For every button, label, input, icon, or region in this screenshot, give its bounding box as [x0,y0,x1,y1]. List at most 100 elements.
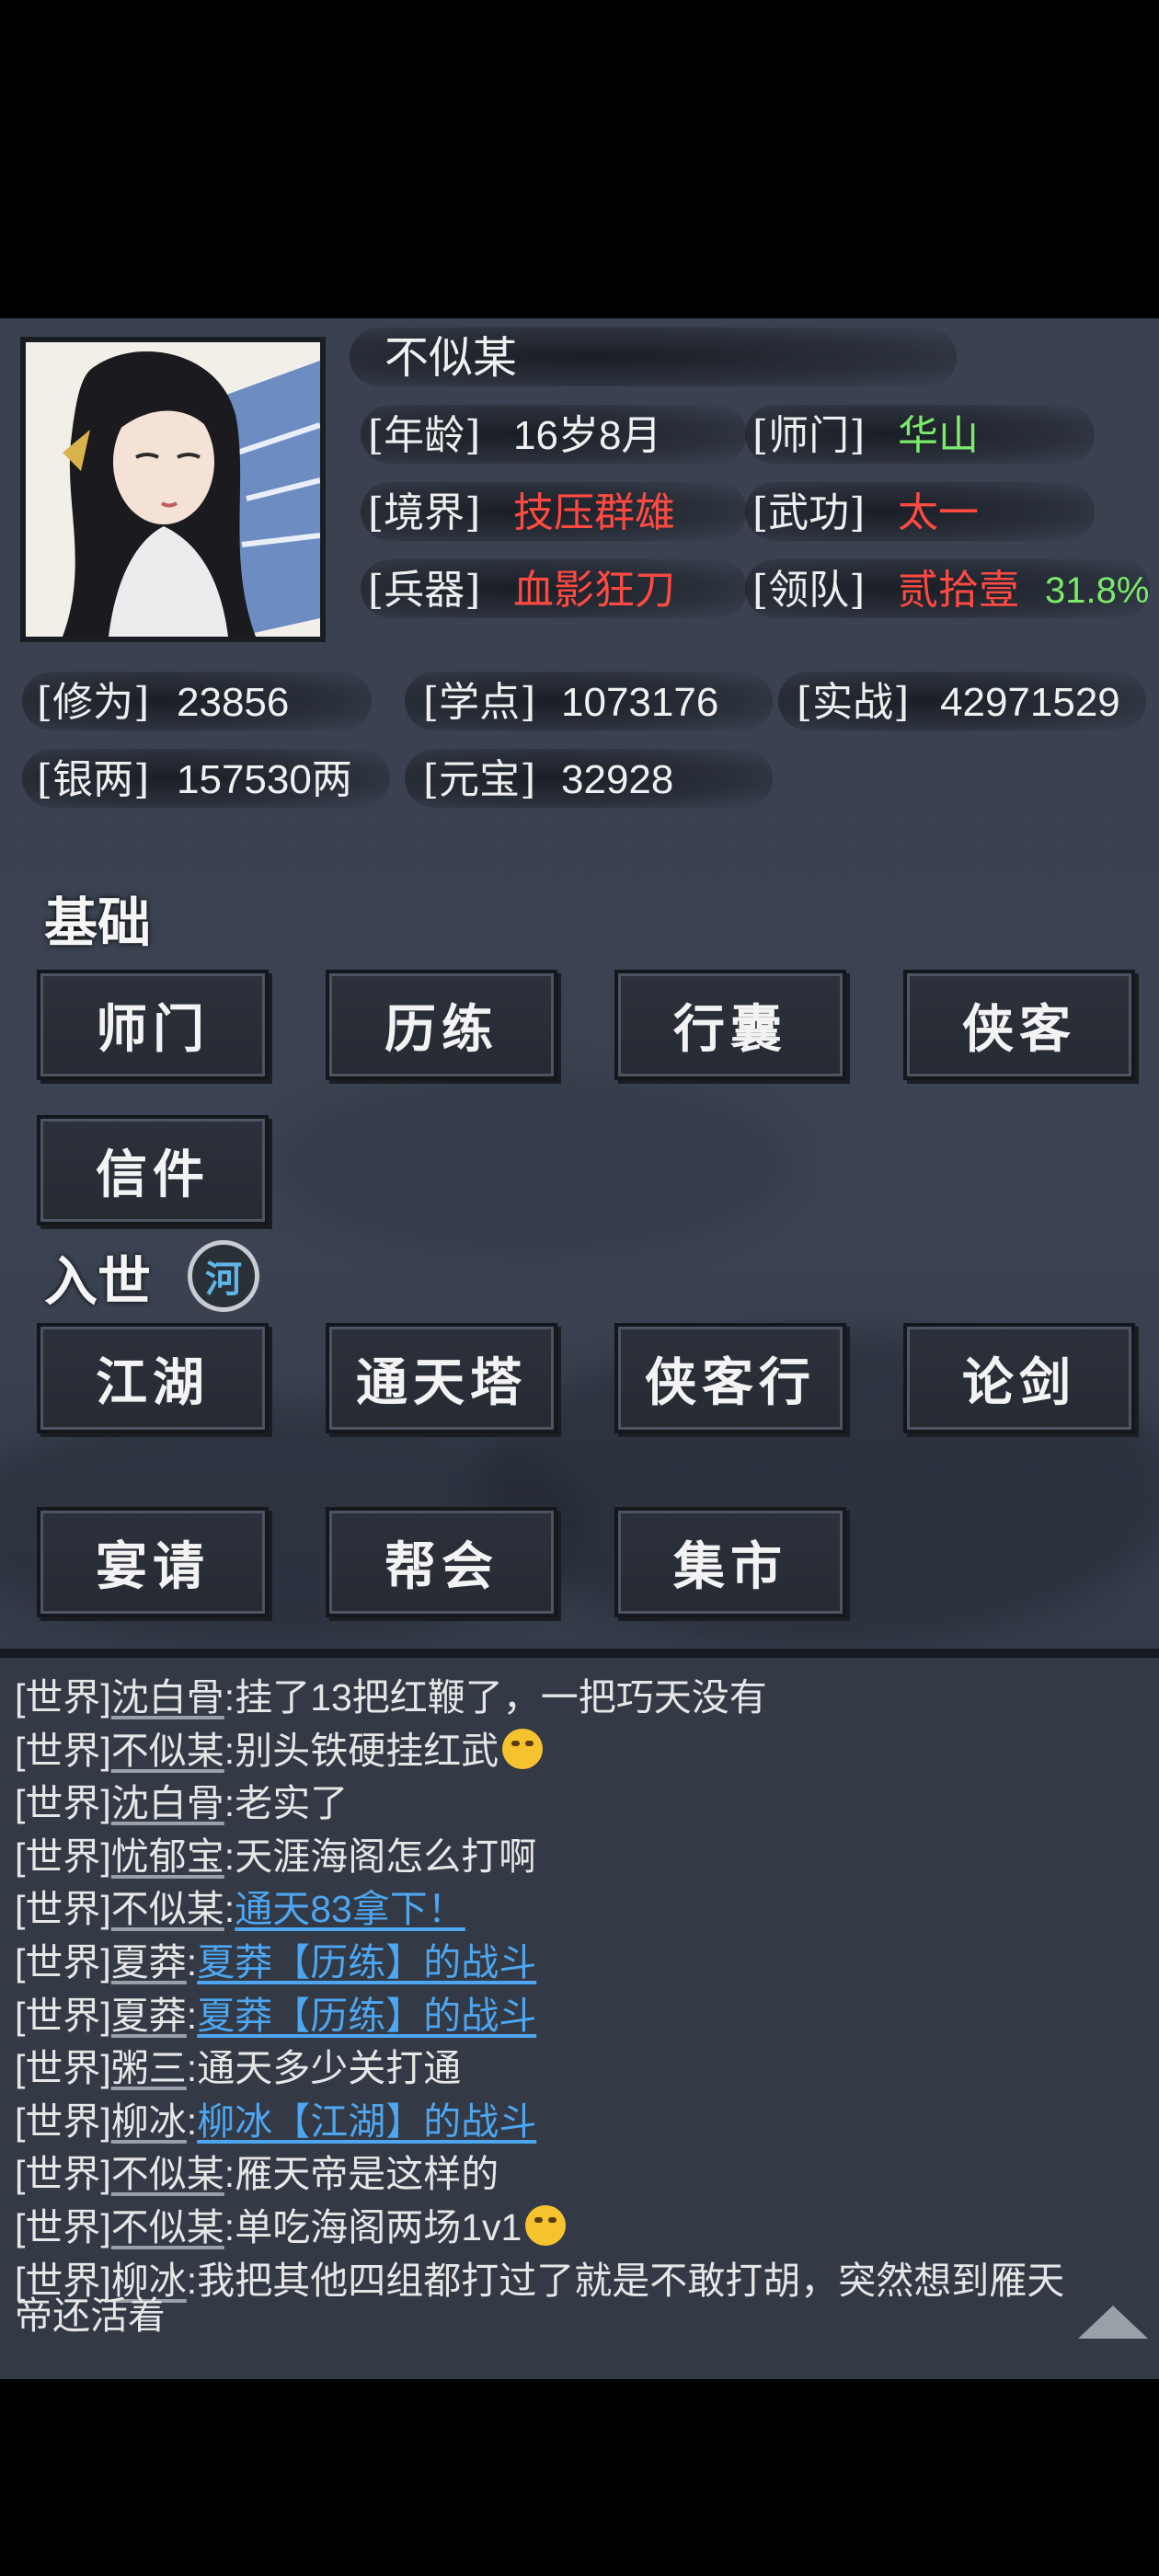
silver-label: [银两] [37,756,150,803]
cultivation-label: [修为] [37,679,150,726]
sect-label: [师门] [752,412,866,459]
chat-player-name[interactable]: 忧郁宝 [111,1835,224,1878]
smirk-emoji-icon [525,2205,567,2246]
chat-player-name[interactable]: 柳冰 [111,2100,187,2143]
chat-channel-tag: [世界] [15,1941,111,1984]
btn-sect[interactable]: 师门 [37,970,269,1080]
world-chat-panel[interactable]: [世界]沈白骨:挂了13把红鞭了，一把巧天没有 [世界]不似某:别头铁硬挂红武 [世… [0,1658,1159,2379]
weapon-value[interactable]: 血影狂刀 [513,561,675,620]
team-percent: 31.8% [1045,570,1150,611]
river-badge-icon[interactable]: 河 [188,1240,259,1312]
team-label: [领队] [752,567,866,614]
btn-letters[interactable]: 信件 [37,1115,269,1225]
weapon-label: [兵器] [368,567,481,614]
btn-training[interactable]: 历练 [326,970,557,1080]
btn-market[interactable]: 集市 [614,1507,846,1617]
chat-battle-link[interactable]: 夏莽【历练】的战斗 [197,1995,536,2037]
chat-text: 挂了13把红鞭了，一把巧天没有 [235,1676,767,1719]
age-value: 16岁8月 [513,413,662,458]
chat-channel-tag: [世界] [15,1888,111,1931]
chat-message: [世界]不似某:别头铁硬挂红武 [15,1724,544,1777]
game-screen: 不似某 [年龄] 16岁8月 [师门] 华山 [境界] 技压群雄 [武功] 太一… [0,318,1159,2379]
btn-banquet[interactable]: 宴请 [37,1507,269,1617]
study-value: 1073176 [561,680,719,725]
btn-duel[interactable]: 论剑 [903,1323,1135,1433]
chat-separator: : [186,2047,198,2090]
chat-battle-link[interactable]: 夏莽【历练】的战斗 [197,1941,536,1984]
btn-tower[interactable]: 通天塔 [326,1323,557,1433]
chat-channel-tag: [世界] [15,2206,111,2248]
btn-jianghu[interactable]: 江湖 [37,1323,269,1433]
realm-label: [境界] [368,489,481,536]
combat-value: 42971529 [940,680,1120,725]
portrait-illustration [26,342,320,637]
combat-label: [实战] [797,679,910,726]
ingot-label: [元宝] [423,756,536,803]
player-name: 不似某 [384,334,518,383]
scroll-up-icon[interactable] [1078,2306,1148,2339]
ingot-value: 32928 [561,757,674,802]
chat-message: [世界]柳冰:我把其他四组都打过了就是不敢打胡，突然想到雁天 [15,2254,1064,2307]
martial-label: [武功] [752,489,866,536]
chat-wrap-line: 帝还活着 [15,2294,166,2337]
chat-battle-link[interactable]: 通天83拿下！ [235,1888,465,1930]
chat-text: 老实了 [235,1782,349,1825]
section-title-world: 入世 [44,1250,152,1313]
chat-channel-tag: [世界] [15,1834,111,1878]
chat-separator: : [186,2259,198,2302]
chat-channel-tag: [世界] [15,1782,111,1825]
chat-separator: : [186,1941,198,1984]
realm-value: 技压群雄 [513,490,675,535]
chat-player-name[interactable]: 沈白骨 [111,1676,224,1719]
martial-value[interactable]: 太一 [898,484,979,543]
chat-channel-tag: [世界] [15,2099,111,2143]
chat-text: 通天多少关打通 [197,2047,462,2090]
chat-channel-tag: [世界] [15,1729,111,1772]
chat-player-name[interactable]: 不似某 [111,1730,224,1772]
background-ink-hill [276,1073,791,1257]
btn-inventory[interactable]: 行囊 [614,970,846,1080]
study-label: [学点] [423,679,536,726]
age-label: [年龄] [368,412,481,459]
laughing-tears-emoji-icon [502,1728,544,1769]
chat-channel-tag: [世界] [15,2047,111,2090]
chat-player-name[interactable]: 不似某 [111,1888,224,1930]
chat-message: [世界]不似某:单吃海阁两场1v1 [15,2201,567,2254]
chat-player-name[interactable]: 夏莽 [111,1995,187,2037]
chat-player-name[interactable]: 不似某 [111,2206,224,2248]
chat-message: [世界]粥三:通天多少关打通 [15,2041,461,2095]
sect-value[interactable]: 华山 [898,407,979,466]
team-value[interactable]: 贰拾壹 [898,561,1019,620]
chat-separator: : [186,2099,198,2143]
chat-message: [世界]忧郁宝:天涯海阁怎么打啊 [15,1830,536,1883]
btn-heroes[interactable]: 侠客 [903,970,1135,1080]
chat-player-name[interactable]: 不似某 [111,2153,224,2195]
chat-channel-tag: [世界] [15,1676,111,1719]
chat-separator: : [224,1729,235,1772]
chat-separator: : [224,1782,235,1825]
chat-player-name[interactable]: 沈白骨 [111,1782,224,1824]
chat-separator: : [224,1676,235,1719]
chat-separator: : [224,1834,235,1878]
btn-guild[interactable]: 帮会 [326,1507,557,1617]
chat-player-name[interactable]: 粥三 [111,2047,187,2089]
chat-battle-link[interactable]: 柳冰【江湖】的战斗 [197,2100,536,2143]
btn-hero-journey[interactable]: 侠客行 [614,1323,846,1433]
chat-player-name[interactable]: 夏莽 [111,1941,187,1984]
chat-channel-tag: [世界] [15,2153,111,2196]
chat-message: [世界]柳冰:柳冰【江湖】的战斗 [15,2095,536,2148]
character-portrait[interactable] [20,337,326,642]
chat-message: [世界]沈白骨:老实了 [15,1777,348,1830]
chat-text: 雁天帝是这样的 [235,2153,499,2196]
chat-text: 别头铁硬挂红武 [235,1729,499,1772]
chat-text: 单吃海阁两场1v1 [235,2206,522,2248]
chat-separator: : [224,2153,235,2196]
chat-text: 天涯海阁怎么打啊 [235,1834,537,1878]
chat-separator: : [224,2206,235,2248]
chat-message: [世界]沈白骨:挂了13把红鞭了，一把巧天没有 [15,1671,767,1724]
cultivation-value: 23856 [177,680,290,725]
chat-channel-tag: [世界] [15,1994,111,2037]
chat-message: [世界]夏莽:夏莽【历练】的战斗 [15,1936,536,1989]
chat-message: [世界]不似某:通天83拿下！ [15,1882,465,1936]
silver-value: 157530两 [177,757,352,802]
